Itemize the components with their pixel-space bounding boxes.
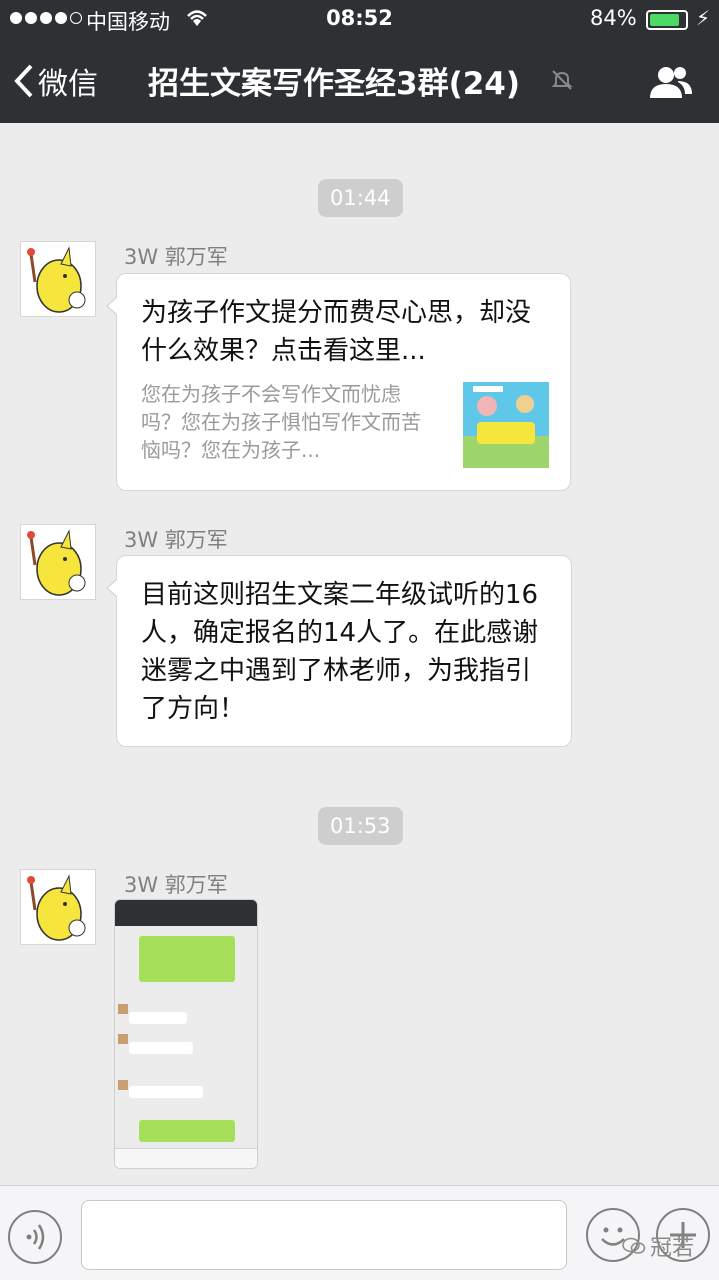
watermark: 冠若 — [622, 1230, 694, 1262]
input-bar: 冠若 — [0, 1185, 719, 1280]
embedded-input-bar — [115, 1148, 257, 1168]
link-title: 为孩子作文提分而费尽心思，却没什么效果？点击看这里... — [141, 298, 532, 366]
charging-icon: ⚡ — [696, 6, 711, 30]
message-text: 目前这则招生文案二年级试听的16人，确定报名的14人了。在此感谢迷雾之中遇到了林… — [141, 580, 539, 724]
sender-name: 3W 郭万军 — [124, 245, 228, 269]
navigation-bar: 微信 招生文案写作圣经3群(24) — [0, 40, 719, 123]
group-members-icon[interactable] — [648, 64, 694, 104]
battery-icon — [646, 10, 688, 30]
embedded-bubble — [139, 936, 235, 982]
embedded-avatar — [118, 1080, 128, 1090]
battery-fill — [650, 14, 679, 26]
embedded-bubble — [129, 1042, 193, 1054]
sender-name: 3W 郭万军 — [124, 528, 228, 552]
avatar[interactable] — [20, 869, 96, 945]
voice-icon — [26, 1224, 45, 1250]
back-button[interactable]: 微信 — [14, 58, 98, 104]
timestamp-pill: 01:53 — [318, 807, 403, 845]
chat-title: 招生文案写作圣经3群(24) — [148, 66, 521, 102]
embedded-bubble — [139, 1120, 235, 1142]
chat-area[interactable]: 01:44 3W 郭万军 为孩子作文提分而费尽心思，却没什么效果？点击看这里..… — [0, 123, 719, 1185]
embedded-screenshot-header — [115, 900, 257, 926]
status-bar: 中国移动 08:52 84% ⚡ — [0, 0, 719, 40]
voice-input-button[interactable] — [8, 1210, 62, 1264]
sender-name: 3W 郭万军 — [124, 873, 228, 897]
battery-percentage: 84% — [590, 6, 637, 30]
link-description: 您在为孩子不会写作文而忧虑吗？您在为孩子惧怕写作文而苦恼吗？您在为孩子... — [141, 382, 421, 462]
text-message[interactable]: 目前这则招生文案二年级试听的16人，确定报名的14人了。在此感谢迷雾之中遇到了林… — [106, 555, 572, 747]
link-thumbnail — [463, 382, 549, 468]
wechat-logo-icon — [622, 1237, 646, 1254]
timestamp-pill: 01:44 — [318, 179, 403, 217]
link-card-message[interactable]: 为孩子作文提分而费尽心思，却没什么效果？点击看这里... 您在为孩子不会写作文而… — [106, 273, 571, 491]
message-input[interactable] — [81, 1200, 567, 1270]
embedded-bubble — [129, 1086, 203, 1098]
top-bar: 中国移动 08:52 84% ⚡ 微信 招生文案写作圣经3群(24) — [0, 0, 719, 123]
back-label: 微信 — [38, 67, 98, 102]
mute-icon — [550, 68, 574, 96]
chevron-left-icon — [14, 64, 33, 98]
avatar[interactable] — [20, 524, 96, 600]
embedded-bubble — [129, 1012, 187, 1024]
image-message[interactable] — [114, 899, 258, 1169]
embedded-avatar — [118, 1034, 128, 1044]
watermark-text: 冠若 — [650, 1236, 695, 1261]
embedded-avatar — [118, 1004, 128, 1014]
avatar[interactable] — [20, 241, 96, 317]
